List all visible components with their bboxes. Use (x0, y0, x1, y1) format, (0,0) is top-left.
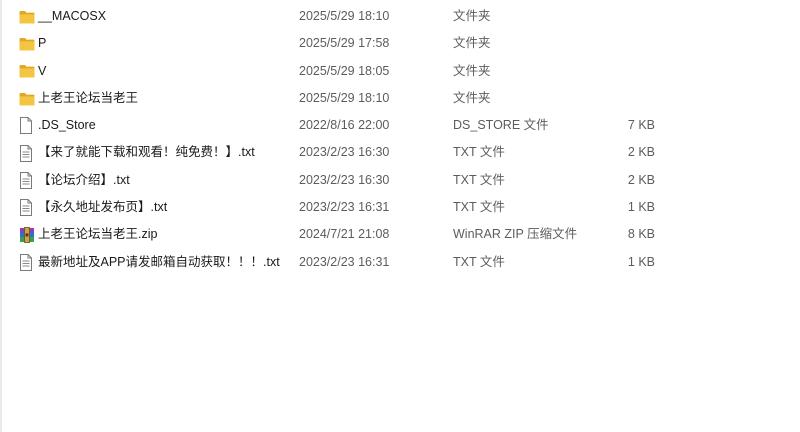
file-row[interactable]: 【永久地址发布页】.txt 2023/2/23 16:31 TXT 文件 1 KB (0, 194, 800, 221)
file-type: TXT 文件 (453, 254, 505, 269)
file-name: .DS_Store (38, 118, 96, 133)
text-file-icon (19, 194, 35, 221)
text-file-icon (19, 167, 35, 194)
file-date-modified: 2023/2/23 16:31 (299, 200, 390, 215)
file-size (560, 30, 655, 57)
file-explorer-view: __MACOSX 2025/5/29 18:10 文件夹 P 2025/5/29 17:… (0, 0, 800, 432)
winrar-archive-icon (19, 221, 35, 248)
folder-icon (19, 30, 35, 57)
file-date-modified: 2024/7/21 21:08 (299, 227, 390, 242)
file-date-modified: 2022/8/16 22:00 (299, 118, 390, 133)
file-type: TXT 文件 (453, 200, 505, 215)
file-date-modified: 2023/2/23 16:30 (299, 172, 390, 187)
file-type: WinRAR ZIP 压缩文件 (453, 227, 578, 242)
file-name: 【论坛介绍】.txt (38, 172, 130, 187)
folder-icon (19, 58, 35, 85)
file-size (560, 85, 655, 112)
file-size: 2 KB (627, 145, 655, 160)
file-size: 7 KB (627, 118, 655, 133)
file-name: 【来了就能下载和观看！纯免费！】.txt (38, 145, 255, 160)
file-list: __MACOSX 2025/5/29 18:10 文件夹 P 2025/5/29 17:… (0, 3, 800, 276)
file-row[interactable]: 上老王论坛当老王 2025/5/29 18:10 文件夹 (0, 85, 800, 112)
file-type: DS_STORE 文件 (453, 118, 549, 133)
file-name: 上老王论坛当老王 (38, 90, 139, 105)
file-date-modified: 2023/2/23 16:30 (299, 145, 390, 160)
file-type: TXT 文件 (453, 145, 505, 160)
file-size: 2 KB (627, 172, 655, 187)
folder-icon (19, 3, 35, 30)
file-icon (19, 112, 35, 139)
file-type: 文件夹 (453, 36, 491, 51)
text-file-icon (19, 249, 35, 276)
file-type: TXT 文件 (453, 172, 505, 187)
file-date-modified: 2025/5/29 18:05 (299, 63, 390, 78)
file-row[interactable]: .DS_Store 2022/8/16 22:00 DS_STORE 文件 7 KB (0, 112, 800, 139)
file-row[interactable]: 上老王论坛当老王.zip 2024/7/21 21:08 WinRAR ZIP 压缩… (0, 221, 800, 248)
file-name: P (38, 36, 47, 51)
folder-icon (19, 85, 35, 112)
file-size: 1 KB (627, 254, 655, 269)
file-date-modified: 2023/2/23 16:31 (299, 254, 390, 269)
file-name: 最新地址及APP请发邮箱自动获取！！！.txt (38, 254, 280, 269)
file-date-modified: 2025/5/29 18:10 (299, 90, 390, 105)
file-row[interactable]: V 2025/5/29 18:05 文件夹 (0, 58, 800, 85)
file-row[interactable]: __MACOSX 2025/5/29 18:10 文件夹 (0, 3, 800, 30)
file-size (560, 3, 655, 30)
file-type: 文件夹 (453, 9, 491, 23)
file-name: 【永久地址发布页】.txt (38, 200, 168, 215)
text-file-icon (19, 139, 35, 166)
file-type: 文件夹 (453, 90, 491, 105)
file-size: 1 KB (627, 200, 655, 215)
file-row[interactable]: 【论坛介绍】.txt 2023/2/23 16:30 TXT 文件 2 KB (0, 167, 800, 194)
file-row[interactable]: 【来了就能下载和观看！纯免费！】.txt 2023/2/23 16:30 TXT 文… (0, 139, 800, 166)
file-name: V (38, 63, 47, 78)
file-type: 文件夹 (453, 63, 491, 78)
file-row[interactable]: P 2025/5/29 17:58 文件夹 (0, 30, 800, 57)
file-size (560, 58, 655, 85)
file-date-modified: 2025/5/29 18:10 (299, 9, 390, 23)
file-size: 8 KB (627, 227, 655, 242)
file-date-modified: 2025/5/29 17:58 (299, 36, 390, 51)
file-row[interactable]: 最新地址及APP请发邮箱自动获取！！！.txt 2023/2/23 16:31 TX… (0, 249, 800, 276)
file-name: 上老王论坛当老王.zip (38, 227, 158, 242)
file-name: __MACOSX (38, 9, 107, 23)
